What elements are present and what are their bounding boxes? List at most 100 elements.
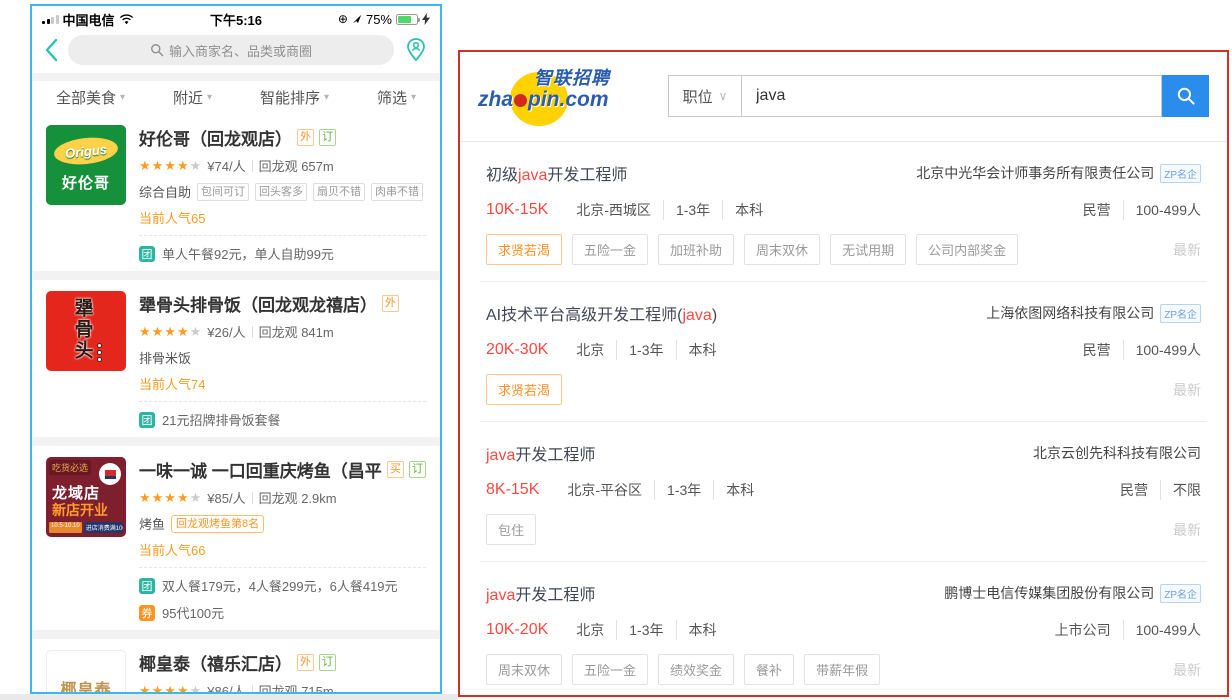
keyword-highlight: java bbox=[486, 587, 515, 604]
feature-tag: 扇贝不错 bbox=[313, 183, 365, 201]
job-experience: 1-3年 bbox=[654, 480, 713, 500]
signal-strength-icon bbox=[42, 14, 59, 24]
search-placeholder: 输入商家名、品类或商圈 bbox=[169, 41, 312, 60]
company-link[interactable]: 北京云创先科科技有限公司 bbox=[1033, 443, 1201, 463]
restaurant-logo: 吃货必选 龙域店 新店开业 10.5-10.10 进店消费满100元送10 bbox=[46, 457, 126, 537]
job-title-link[interactable]: 初级java开发工程师 bbox=[486, 161, 627, 185]
rating-stars: ★★★★ bbox=[139, 158, 190, 173]
benefit-tag: 加班补助 bbox=[658, 234, 734, 265]
job-title-link[interactable]: AI技术平台高级开发工程师(java) bbox=[486, 301, 717, 325]
company-type: 民营 bbox=[1071, 340, 1123, 360]
map-view-button[interactable] bbox=[404, 37, 428, 63]
restaurant-logo: 椰皇泰 bbox=[46, 650, 126, 694]
battery-icon bbox=[396, 14, 418, 25]
company-type: 上市公司 bbox=[1043, 620, 1123, 640]
salary-range: 10K-20K bbox=[486, 621, 548, 639]
job-listing: java开发工程师 北京云创先科科技有限公司 8K-15K 北京-平谷区 1-3… bbox=[460, 422, 1227, 561]
cuisine-type: 综合自助 bbox=[139, 182, 191, 201]
search-input[interactable]: 输入商家名、品类或商圈 bbox=[68, 35, 394, 65]
company-link[interactable]: 北京中光华会计师事务所有限责任公司ZP名企 bbox=[916, 163, 1201, 183]
rating-stars: ★★★★ bbox=[139, 683, 190, 695]
bottom-strip bbox=[0, 694, 458, 700]
search-icon bbox=[1176, 86, 1196, 106]
job-education: 本科 bbox=[722, 200, 775, 220]
benefit-tag: 绩效奖金 bbox=[658, 654, 734, 685]
deal-row[interactable]: 团 单人午餐92元，单人自助99元 bbox=[139, 244, 426, 263]
restaurant-name: 好伦哥（回龙观店） bbox=[139, 125, 292, 150]
filter-category[interactable]: 全部美食▾ bbox=[56, 87, 125, 108]
deal-text: 单人午餐92元，单人自助99元 bbox=[162, 244, 334, 263]
zhaopin-logo[interactable]: 智联招聘 zhapin.com bbox=[478, 63, 648, 131]
ranking-tag: 回龙观烤鱼第8名 bbox=[171, 515, 264, 533]
deal-text: 21元招牌排骨饭套餐 bbox=[162, 410, 280, 429]
feature-tag: 肉串不错 bbox=[371, 183, 423, 201]
benefit-tag: 公司内部奖金 bbox=[916, 234, 1018, 265]
avg-price: ¥74/人 bbox=[207, 156, 245, 175]
benefit-tag: 餐补 bbox=[744, 654, 794, 685]
company-type: 民营 bbox=[1071, 200, 1123, 220]
distance: 回龙观 657m bbox=[259, 156, 334, 175]
restaurant-name: 椰皇泰（禧乐汇店） bbox=[139, 650, 292, 675]
card-gap bbox=[32, 630, 440, 639]
restaurant-card[interactable]: 吃货必选 龙域店 新店开业 10.5-10.10 进店消费满100元送10 一味… bbox=[32, 446, 440, 630]
card-gap bbox=[32, 437, 440, 446]
job-title-link[interactable]: java开发工程师 bbox=[486, 581, 595, 605]
job-experience: 1-3年 bbox=[616, 340, 675, 360]
restaurant-card[interactable]: Origus 好伦哥 好伦哥（回龙观店） 外 订 ★★★★★ ¥74/人 回龙观… bbox=[32, 114, 440, 271]
logo-line: 新店开业 bbox=[52, 500, 108, 520]
job-search-bar: 职位 ∨ bbox=[668, 75, 1209, 117]
search-button[interactable] bbox=[1162, 75, 1209, 117]
posted-time: 最新 bbox=[1173, 380, 1201, 400]
logo-ribbon: 吃货必选 bbox=[49, 460, 91, 475]
rating-stars: ★★★★ bbox=[139, 324, 190, 339]
deal-row[interactable]: 团 双人餐179元，4人餐299元，6人餐419元 bbox=[139, 576, 426, 595]
benefit-tag: 周末双休 bbox=[486, 654, 562, 685]
food-app-panel: 中国电信 下午5:16 ⊕ 75% 输入商家名、品类或商圈 全部美食▾ 附近▾ … bbox=[30, 4, 442, 694]
job-title-link[interactable]: java开发工程师 bbox=[486, 441, 595, 465]
rating-stars: ★★★★ bbox=[139, 490, 190, 505]
benefit-tag: 无试用期 bbox=[830, 234, 906, 265]
posted-time: 最新 bbox=[1173, 240, 1201, 260]
keyword-highlight: java bbox=[486, 447, 515, 464]
company-link[interactable]: 鹏博士电信传媒集团股份有限公司ZP名企 bbox=[944, 583, 1201, 603]
posted-time: 最新 bbox=[1173, 520, 1201, 540]
search-category-dropdown[interactable]: 职位 ∨ bbox=[668, 75, 742, 117]
restaurant-card[interactable]: 椰皇泰 椰皇泰（禧乐汇店） 外 订 ★★★★★ ¥86/人 回龙观 715m 泰… bbox=[32, 639, 440, 694]
feature-tag: 包间可订 bbox=[197, 183, 249, 201]
salary-range: 8K-15K bbox=[486, 481, 539, 499]
dashed-divider bbox=[139, 401, 426, 402]
job-education: 本科 bbox=[676, 340, 729, 360]
cuisine-type: 排骨米饭 bbox=[139, 348, 191, 367]
logo-brand-cn: 好伦哥 bbox=[46, 172, 126, 193]
filter-nearby[interactable]: 附近▾ bbox=[173, 87, 212, 108]
booking-badge: 订 bbox=[319, 129, 336, 146]
deal-row[interactable]: 团 21元招牌排骨饭套餐 bbox=[139, 410, 426, 429]
benefit-tag: 五险一金 bbox=[572, 234, 648, 265]
restaurant-name: 一味一诚 一口回重庆烤鱼（昌平... bbox=[139, 457, 382, 482]
restaurant-logo: 犟骨头 bbox=[46, 291, 126, 371]
deal-text: 双人餐179元，4人餐299元，6人餐419元 bbox=[162, 576, 398, 595]
delivery-badge: 外 bbox=[297, 129, 314, 146]
urgent-hiring-tag: 求贤若渴 bbox=[486, 234, 562, 265]
company-link[interactable]: 上海依图网络科技有限公司ZP名企 bbox=[986, 303, 1201, 323]
section-divider bbox=[32, 73, 440, 81]
job-education: 本科 bbox=[676, 620, 729, 640]
avg-price: ¥86/人 bbox=[207, 681, 245, 694]
zhaopin-panel: 智联招聘 zhapin.com 职位 ∨ 初级java开发工程师 北京中光华会计… bbox=[458, 50, 1229, 697]
back-button[interactable] bbox=[44, 37, 58, 63]
restaurant-name: 犟骨头排骨饭（回龙观龙禧店） bbox=[139, 291, 377, 316]
company-size: 100-499人 bbox=[1123, 620, 1201, 640]
filter-bar: 全部美食▾ 附近▾ 智能排序▾ 筛选▾ bbox=[32, 81, 440, 114]
job-search-input[interactable] bbox=[742, 75, 1162, 117]
logo-cn-text: 智联招聘 bbox=[534, 64, 610, 90]
logo-chip: 10.5-10.10 bbox=[49, 522, 82, 533]
chevron-down-icon: ∨ bbox=[719, 89, 728, 103]
coupon-row[interactable]: 券 95代100元 bbox=[139, 603, 426, 622]
filter-more[interactable]: 筛选▾ bbox=[377, 87, 416, 108]
restaurant-card[interactable]: 犟骨头 犟骨头排骨饭（回龙观龙禧店） 外 ★★★★★ ¥26/人 回龙观 841… bbox=[32, 280, 440, 437]
salary-range: 20K-30K bbox=[486, 341, 548, 359]
benefit-tag: 带薪年假 bbox=[804, 654, 880, 685]
map-pin-person-icon bbox=[404, 37, 428, 63]
filter-sort[interactable]: 智能排序▾ bbox=[260, 87, 329, 108]
chevron-left-icon bbox=[44, 37, 58, 63]
